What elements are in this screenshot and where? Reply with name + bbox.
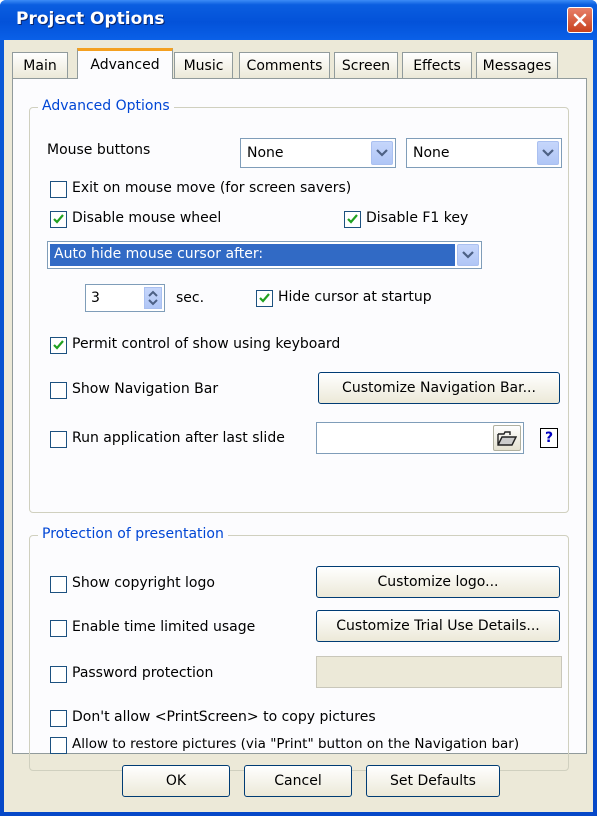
spinner-value: 3 (91, 290, 100, 306)
tab-effects[interactable]: Effects (402, 52, 472, 78)
mouse-button-1-select[interactable]: None (240, 138, 396, 168)
run-app-path-input[interactable] (316, 422, 524, 454)
chevron-down-icon[interactable] (457, 244, 479, 266)
run-after-last-slide-checkbox[interactable] (50, 431, 67, 448)
disable-f1-key-label: Disable F1 key (366, 210, 469, 226)
tab-main[interactable]: Main (12, 52, 68, 78)
password-protection-label: Password protection (72, 665, 214, 681)
disable-f1-key-checkbox[interactable] (344, 211, 361, 228)
select-value: Auto hide mouse cursor after: (54, 246, 264, 262)
tab-label: Messages (482, 57, 552, 74)
window-title: Project Options (16, 9, 165, 29)
cancel-button[interactable]: Cancel (244, 765, 352, 797)
tab-messages[interactable]: Messages (476, 52, 558, 78)
help-icon[interactable]: ? (540, 428, 558, 448)
spin-arrows-icon (148, 290, 158, 306)
chevron-down-icon[interactable] (371, 141, 393, 165)
allow-restore-label: Allow to restore pictures (via "Print" b… (72, 736, 520, 752)
advanced-options-group: Advanced Options Mouse buttons None None… (29, 98, 569, 513)
protection-group: Protection of presentation Show copyrigh… (29, 526, 569, 771)
tab-music[interactable]: Music (174, 52, 233, 78)
close-icon (573, 13, 587, 27)
time-limited-checkbox[interactable] (50, 620, 67, 637)
tab-advanced[interactable]: Advanced (77, 48, 173, 79)
no-printscreen-checkbox[interactable] (50, 710, 67, 727)
open-folder-icon (497, 431, 517, 446)
mouse-buttons-label: Mouse buttons (47, 142, 151, 158)
select-value: None (413, 145, 450, 161)
allow-restore-checkbox[interactable] (50, 737, 67, 754)
show-nav-bar-label: Show Navigation Bar (72, 381, 219, 397)
no-printscreen-label: Don't allow <PrintScreen> to copy pictur… (72, 709, 376, 725)
chevron-down-icon[interactable] (537, 141, 559, 165)
customize-logo-button[interactable]: Customize logo... (316, 566, 560, 598)
tab-label: Comments (246, 57, 323, 74)
show-copyright-logo-checkbox[interactable] (50, 576, 67, 593)
tab-screen[interactable]: Screen (334, 52, 398, 78)
customize-trial-button[interactable]: Customize Trial Use Details... (316, 610, 560, 642)
project-options-window: Project Options Main Advanced Music Comm… (0, 0, 597, 816)
time-limited-label: Enable time limited usage (72, 619, 256, 635)
password-protection-checkbox[interactable] (50, 666, 67, 683)
browse-button[interactable] (493, 425, 521, 451)
select-value: None (247, 145, 284, 161)
dialog-client-area: Main Advanced Music Comments Screen Effe… (4, 40, 593, 812)
run-after-last-slide-label: Run application after last slide (72, 430, 285, 446)
exit-on-mouse-move-label: Exit on mouse move (for screen savers) (72, 180, 352, 196)
hide-cursor-startup-label: Hide cursor at startup (278, 289, 432, 305)
permit-keyboard-label: Permit control of show using keyboard (72, 336, 341, 352)
cursor-mode-select[interactable]: Auto hide mouse cursor after: (47, 241, 482, 269)
advanced-tab-panel: Advanced Options Mouse buttons None None… (12, 78, 587, 771)
ok-button[interactable]: OK (122, 765, 230, 797)
spinner-buttons[interactable] (144, 287, 162, 309)
group-title: Advanced Options (38, 98, 174, 114)
permit-keyboard-checkbox[interactable] (50, 337, 67, 354)
tab-comments[interactable]: Comments (239, 52, 330, 78)
title-bar[interactable]: Project Options (0, 0, 597, 40)
password-input[interactable] (316, 656, 562, 688)
tab-label: Main (23, 57, 57, 74)
set-defaults-button[interactable]: Set Defaults (366, 765, 500, 797)
checkmark-icon (53, 214, 64, 224)
disable-mouse-wheel-label: Disable mouse wheel (72, 210, 222, 226)
tab-label: Screen (341, 57, 391, 74)
hide-seconds-spinner[interactable]: 3 (85, 284, 165, 312)
tab-label: Effects (413, 57, 461, 74)
close-button[interactable] (567, 7, 593, 33)
mouse-button-2-select[interactable]: None (406, 138, 562, 168)
tab-label: Advanced (90, 57, 160, 73)
show-copyright-logo-label: Show copyright logo (72, 575, 215, 591)
checkmark-icon (53, 340, 64, 350)
checkmark-icon (259, 293, 270, 303)
group-title: Protection of presentation (38, 526, 228, 542)
checkmark-icon (347, 214, 358, 224)
tab-label: Music (183, 57, 224, 74)
disable-mouse-wheel-checkbox[interactable] (50, 211, 67, 228)
exit-on-mouse-move-checkbox[interactable] (50, 181, 67, 198)
customize-nav-bar-button[interactable]: Customize Navigation Bar... (318, 372, 560, 404)
hide-cursor-startup-checkbox[interactable] (256, 290, 273, 307)
show-nav-bar-checkbox[interactable] (50, 382, 67, 399)
seconds-unit-label: sec. (176, 290, 205, 306)
